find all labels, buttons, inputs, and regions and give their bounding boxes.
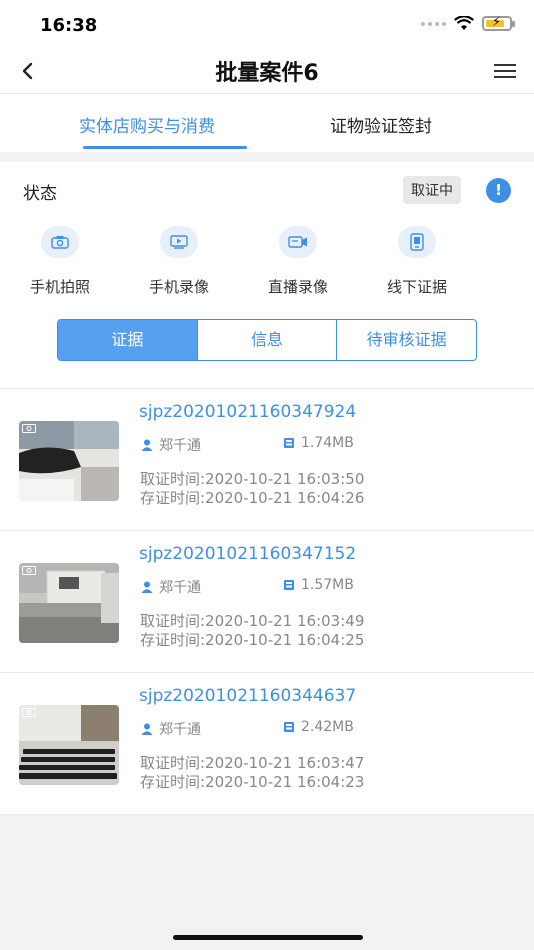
- status-badge: 取证中: [403, 176, 461, 204]
- user-icon: [141, 439, 153, 451]
- segmented-control: 证据 信息 待审核证据: [57, 319, 477, 361]
- action-phone-photo[interactable]: 手机拍照: [10, 226, 110, 297]
- file-size-icon: [284, 722, 294, 732]
- camera-icon: [22, 566, 36, 575]
- home-indicator: [173, 935, 363, 940]
- status-indicators: ⚡: [421, 15, 515, 31]
- top-tabs: 实体店购买与消费 证物验证签封: [0, 94, 534, 152]
- user-name: 郑千通: [159, 438, 201, 454]
- file-size-icon: [284, 438, 294, 448]
- segment-info[interactable]: 信息: [196, 320, 337, 360]
- tab-underline: [83, 146, 247, 149]
- evidence-user: 郑千通: [141, 577, 201, 597]
- action-live-record[interactable]: 直播录像: [248, 226, 348, 297]
- evidence-thumbnail: [19, 421, 119, 501]
- user-name: 郑千通: [159, 580, 201, 596]
- action-label: 手机拍照: [29, 278, 90, 296]
- file-size: 1.74MB: [301, 435, 354, 451]
- camera-icon: [41, 226, 79, 258]
- action-label: 手机录像: [148, 278, 209, 296]
- evidence-user: 郑千通: [141, 435, 201, 455]
- evidence-id: sjpz20201021160347152: [139, 544, 357, 564]
- status-section: 状态 取证中 ! 手机拍照 手机录像 直播录像 线下证据 证据 信息 待审核证据: [0, 162, 534, 388]
- menu-icon[interactable]: [494, 60, 516, 82]
- file-size: 2.42MB: [301, 719, 354, 735]
- camera-icon: [22, 708, 36, 717]
- segment-evidence[interactable]: 证据: [58, 320, 197, 360]
- capture-time: 取证时间:2020-10-21 16:03:49: [140, 612, 365, 630]
- file-size: 1.57MB: [301, 577, 354, 593]
- action-label: 直播录像: [267, 278, 328, 296]
- list-item[interactable]: sjpz20201021160347924 郑千通 1.74MB 取证时间:20…: [0, 389, 534, 531]
- tab-evidence-seal[interactable]: 证物验证签封: [330, 112, 432, 137]
- user-icon: [141, 723, 153, 735]
- evidence-thumbnail: [19, 705, 119, 785]
- action-phone-video[interactable]: 手机录像: [129, 226, 229, 297]
- capture-time: 取证时间:2020-10-21 16:03:50: [140, 470, 365, 488]
- list-item[interactable]: sjpz20201021160347152 郑千通 1.57MB 取证时间:20…: [0, 531, 534, 673]
- status-time: 16:38: [40, 15, 98, 36]
- segment-pending-evidence[interactable]: 待审核证据: [336, 320, 476, 360]
- battery-icon: ⚡: [482, 15, 515, 31]
- action-label: 线下证据: [386, 278, 447, 296]
- evidence-size: 1.74MB: [283, 435, 354, 451]
- tab-in-store-purchase[interactable]: 实体店购买与消费: [79, 112, 215, 137]
- video-icon: [160, 226, 198, 258]
- page-title: 批量案件6: [215, 61, 319, 86]
- user-name: 郑千通: [159, 722, 201, 738]
- list-item[interactable]: sjpz20201021160344637 郑千通 2.42MB 取证时间:20…: [0, 673, 534, 815]
- evidence-id: sjpz20201021160347924: [139, 402, 357, 422]
- camera-icon: [22, 424, 36, 433]
- evidence-list: sjpz20201021160347924 郑千通 1.74MB 取证时间:20…: [0, 388, 534, 815]
- status-label: 状态: [23, 184, 57, 204]
- file-size-icon: [284, 580, 294, 590]
- store-time: 存证时间:2020-10-21 16:04:25: [140, 631, 365, 649]
- signal-icon: [421, 21, 446, 26]
- live-record-icon: [279, 226, 317, 258]
- nav-bar: 批量案件6: [0, 50, 534, 94]
- evidence-size: 2.42MB: [283, 719, 354, 735]
- evidence-user: 郑千通: [141, 719, 201, 739]
- info-icon[interactable]: !: [486, 178, 511, 203]
- evidence-size: 1.57MB: [283, 577, 354, 593]
- offline-evidence-icon: [398, 226, 436, 258]
- evidence-id: sjpz20201021160344637: [139, 686, 357, 706]
- store-time: 存证时间:2020-10-21 16:04:23: [140, 773, 365, 791]
- status-bar: 16:38 ⚡: [0, 0, 534, 50]
- capture-time: 取证时间:2020-10-21 16:03:47: [140, 754, 365, 772]
- store-time: 存证时间:2020-10-21 16:04:26: [140, 489, 365, 507]
- action-offline-evidence[interactable]: 线下证据: [367, 226, 467, 297]
- user-icon: [141, 581, 153, 593]
- wifi-icon: [454, 16, 474, 30]
- evidence-thumbnail: [19, 563, 119, 643]
